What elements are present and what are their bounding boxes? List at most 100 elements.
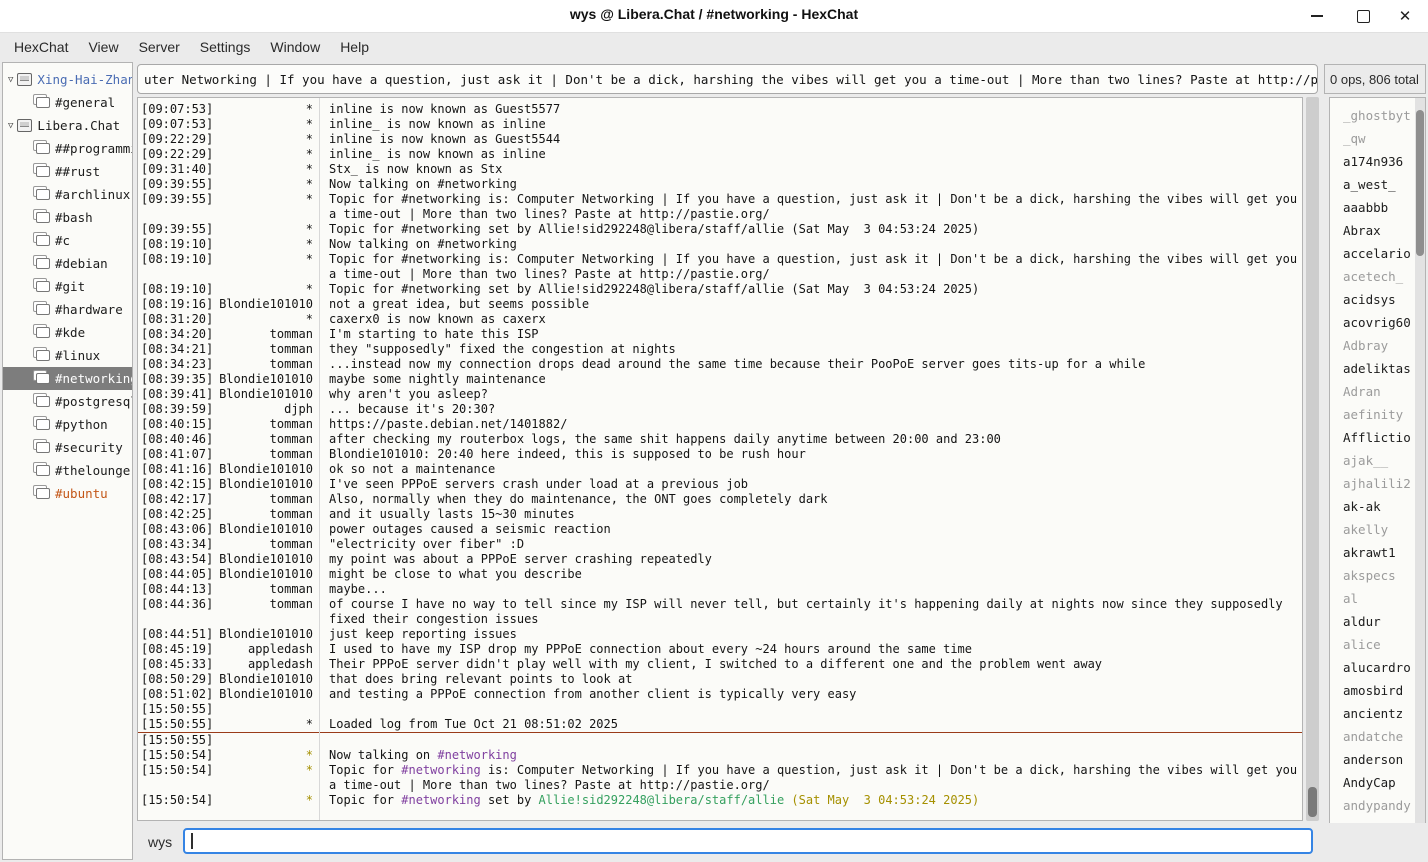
- user-list-item[interactable]: aldur: [1330, 610, 1425, 633]
- sidebar-item-kde[interactable]: #kde: [3, 321, 132, 344]
- sidebar-item-general[interactable]: #general: [3, 91, 132, 114]
- sidebar-item-security[interactable]: #security: [3, 436, 132, 459]
- message-part: Blondie101010: 20:40 here indeed, this i…: [329, 447, 806, 461]
- maximize-button[interactable]: [1348, 6, 1378, 26]
- user-list-item[interactable]: akrawt1: [1330, 541, 1425, 564]
- sidebar-item-git[interactable]: #git: [3, 275, 132, 298]
- sidebar-item-ubuntu[interactable]: #ubuntu: [3, 482, 132, 505]
- sidebar-item-programming[interactable]: ##programming: [3, 137, 132, 160]
- user-list-item[interactable]: acetech_: [1330, 265, 1425, 288]
- message-part: ok so not a maintenance: [329, 462, 495, 476]
- chat-scrollbar-thumb[interactable]: [1308, 787, 1317, 817]
- user-list-item[interactable]: _qw: [1330, 127, 1425, 150]
- chat-message-row: [08:43:06]Blondie101010power outages cau…: [138, 522, 1302, 537]
- chat-message-row: [08:40:46]tommanafter checking my router…: [138, 432, 1302, 447]
- timestamp: [08:45:19]: [138, 642, 217, 657]
- sidebar-item-debian[interactable]: #debian: [3, 252, 132, 275]
- user-list-item[interactable]: AndyCap: [1330, 771, 1425, 794]
- sidebar-item-linux[interactable]: #linux: [3, 344, 132, 367]
- chat-bubble-icon: [36, 281, 50, 292]
- message-text: Now talking on #networking: [322, 748, 1302, 763]
- user-list-item[interactable]: alice: [1330, 633, 1425, 656]
- maximize-icon: [1357, 10, 1370, 23]
- chat-message-row: [08:44:36]tommanof course I have no way …: [138, 597, 1302, 627]
- sidebar-item-rust[interactable]: ##rust: [3, 160, 132, 183]
- user-list-item[interactable]: andypandy: [1330, 794, 1425, 817]
- message-text: Their PPPoE server didn't play well with…: [322, 657, 1302, 672]
- user-list-item[interactable]: andatche: [1330, 725, 1425, 748]
- user-list-item[interactable]: ajak__: [1330, 449, 1425, 472]
- user-list-item[interactable]: al: [1330, 587, 1425, 610]
- sidebar-item-postgresql[interactable]: #postgresql: [3, 390, 132, 413]
- nick: tomman: [217, 507, 322, 522]
- hexchat-window: wys @ Libera.Chat / #networking - HexCha…: [0, 0, 1428, 862]
- message-text: ...instead now my connection drops dead …: [322, 357, 1302, 372]
- chat-message-row: [08:41:16]Blondie101010ok so not a maint…: [138, 462, 1302, 477]
- user-list-item[interactable]: ak-ak: [1330, 495, 1425, 518]
- nick: Blondie101010: [217, 387, 322, 402]
- sidebar-item-thelounge[interactable]: #thelounge: [3, 459, 132, 482]
- sidebar-item-label: ##programming: [55, 141, 132, 156]
- chat-message-row: [08:39:59]djph... because it's 20:30?: [138, 402, 1302, 417]
- user-list-item[interactable]: aefinity: [1330, 403, 1425, 426]
- sidebar-item-archlinux[interactable]: #archlinux: [3, 183, 132, 206]
- menu-help[interactable]: Help: [330, 35, 379, 59]
- sidebar-item-c[interactable]: #c: [3, 229, 132, 252]
- user-list-item[interactable]: Adran: [1330, 380, 1425, 403]
- menu-view[interactable]: View: [78, 35, 128, 59]
- timestamp: [08:41:07]: [138, 447, 217, 462]
- timestamp: [08:41:16]: [138, 462, 217, 477]
- sidebar-item-bash[interactable]: #bash: [3, 206, 132, 229]
- topic-bar[interactable]: uter Networking | If you have a question…: [137, 64, 1318, 94]
- user-list-item[interactable]: acovrig60: [1330, 311, 1425, 334]
- user-list-item[interactable]: akspecs: [1330, 564, 1425, 587]
- timestamp: [08:44:13]: [138, 582, 217, 597]
- sidebar-item-hardware[interactable]: #hardware: [3, 298, 132, 321]
- user-list-item[interactable]: amosbird: [1330, 679, 1425, 702]
- user-list-item[interactable]: aaabbb: [1330, 196, 1425, 219]
- user-list-item[interactable]: _ghostbyt: [1330, 104, 1425, 127]
- user-list-item[interactable]: alucardro: [1330, 656, 1425, 679]
- user-list-item[interactable]: a174n936: [1330, 150, 1425, 173]
- menu-server[interactable]: Server: [129, 35, 190, 59]
- user-list-item[interactable]: Adbray: [1330, 334, 1425, 357]
- message-text: they "supposedly" fixed the congestion a…: [322, 342, 1302, 357]
- user-list-item[interactable]: akelly: [1330, 518, 1425, 541]
- chat-message-row: [09:07:53]*inline_ is now known as inlin…: [138, 117, 1302, 132]
- minimize-icon: [1311, 15, 1323, 17]
- chat-message-row: [08:45:19]appledashI used to have my ISP…: [138, 642, 1302, 657]
- message-part: Stx_ is now known as Stx: [329, 162, 502, 176]
- user-list-item[interactable]: anderson: [1330, 748, 1425, 771]
- user-list-item[interactable]: a_west_: [1330, 173, 1425, 196]
- user-list-item[interactable]: Afflictio: [1330, 426, 1425, 449]
- close-button[interactable]: ✕: [1390, 6, 1420, 26]
- nick: tomman: [217, 327, 322, 342]
- message-text: inline is now known as Guest5544: [322, 132, 1302, 147]
- chat-scrollbar[interactable]: [1306, 97, 1319, 821]
- user-list-item[interactable]: accelario: [1330, 242, 1425, 265]
- nick: tomman: [217, 447, 322, 462]
- timestamp: [08:40:46]: [138, 432, 217, 447]
- menu-window[interactable]: Window: [260, 35, 330, 59]
- sidebar-item-libera-chat[interactable]: ▽Libera.Chat: [3, 114, 132, 137]
- user-list-item[interactable]: ajhalili2: [1330, 472, 1425, 495]
- menu-hexchat[interactable]: HexChat: [4, 35, 78, 59]
- sidebar-item-python[interactable]: #python: [3, 413, 132, 436]
- expander-icon[interactable]: ▽: [8, 75, 13, 85]
- expander-icon[interactable]: ▽: [8, 121, 13, 131]
- user-list-item[interactable]: adeliktas: [1330, 357, 1425, 380]
- sidebar-item-networking[interactable]: #networking: [3, 367, 132, 390]
- minimize-button[interactable]: [1302, 6, 1332, 26]
- user-list-item[interactable]: Abrax: [1330, 219, 1425, 242]
- message-input[interactable]: [183, 828, 1313, 854]
- timestamp: [08:34:21]: [138, 342, 217, 357]
- nick: tomman: [217, 582, 322, 597]
- user-list-item[interactable]: ancientz: [1330, 702, 1425, 725]
- message-part: inline is now known as Guest5577: [329, 102, 560, 116]
- chat-message-row: [08:19:10]*Topic for #networking set by …: [138, 282, 1302, 297]
- menu-settings[interactable]: Settings: [190, 35, 261, 59]
- chat-bubble-icon: [36, 258, 50, 269]
- sidebar-item-xing-hai-zhan[interactable]: ▽Xing-Hai-Zhan: [3, 68, 132, 91]
- user-list-item[interactable]: acidsys: [1330, 288, 1425, 311]
- userlist-scrollbar-thumb[interactable]: [1416, 110, 1424, 256]
